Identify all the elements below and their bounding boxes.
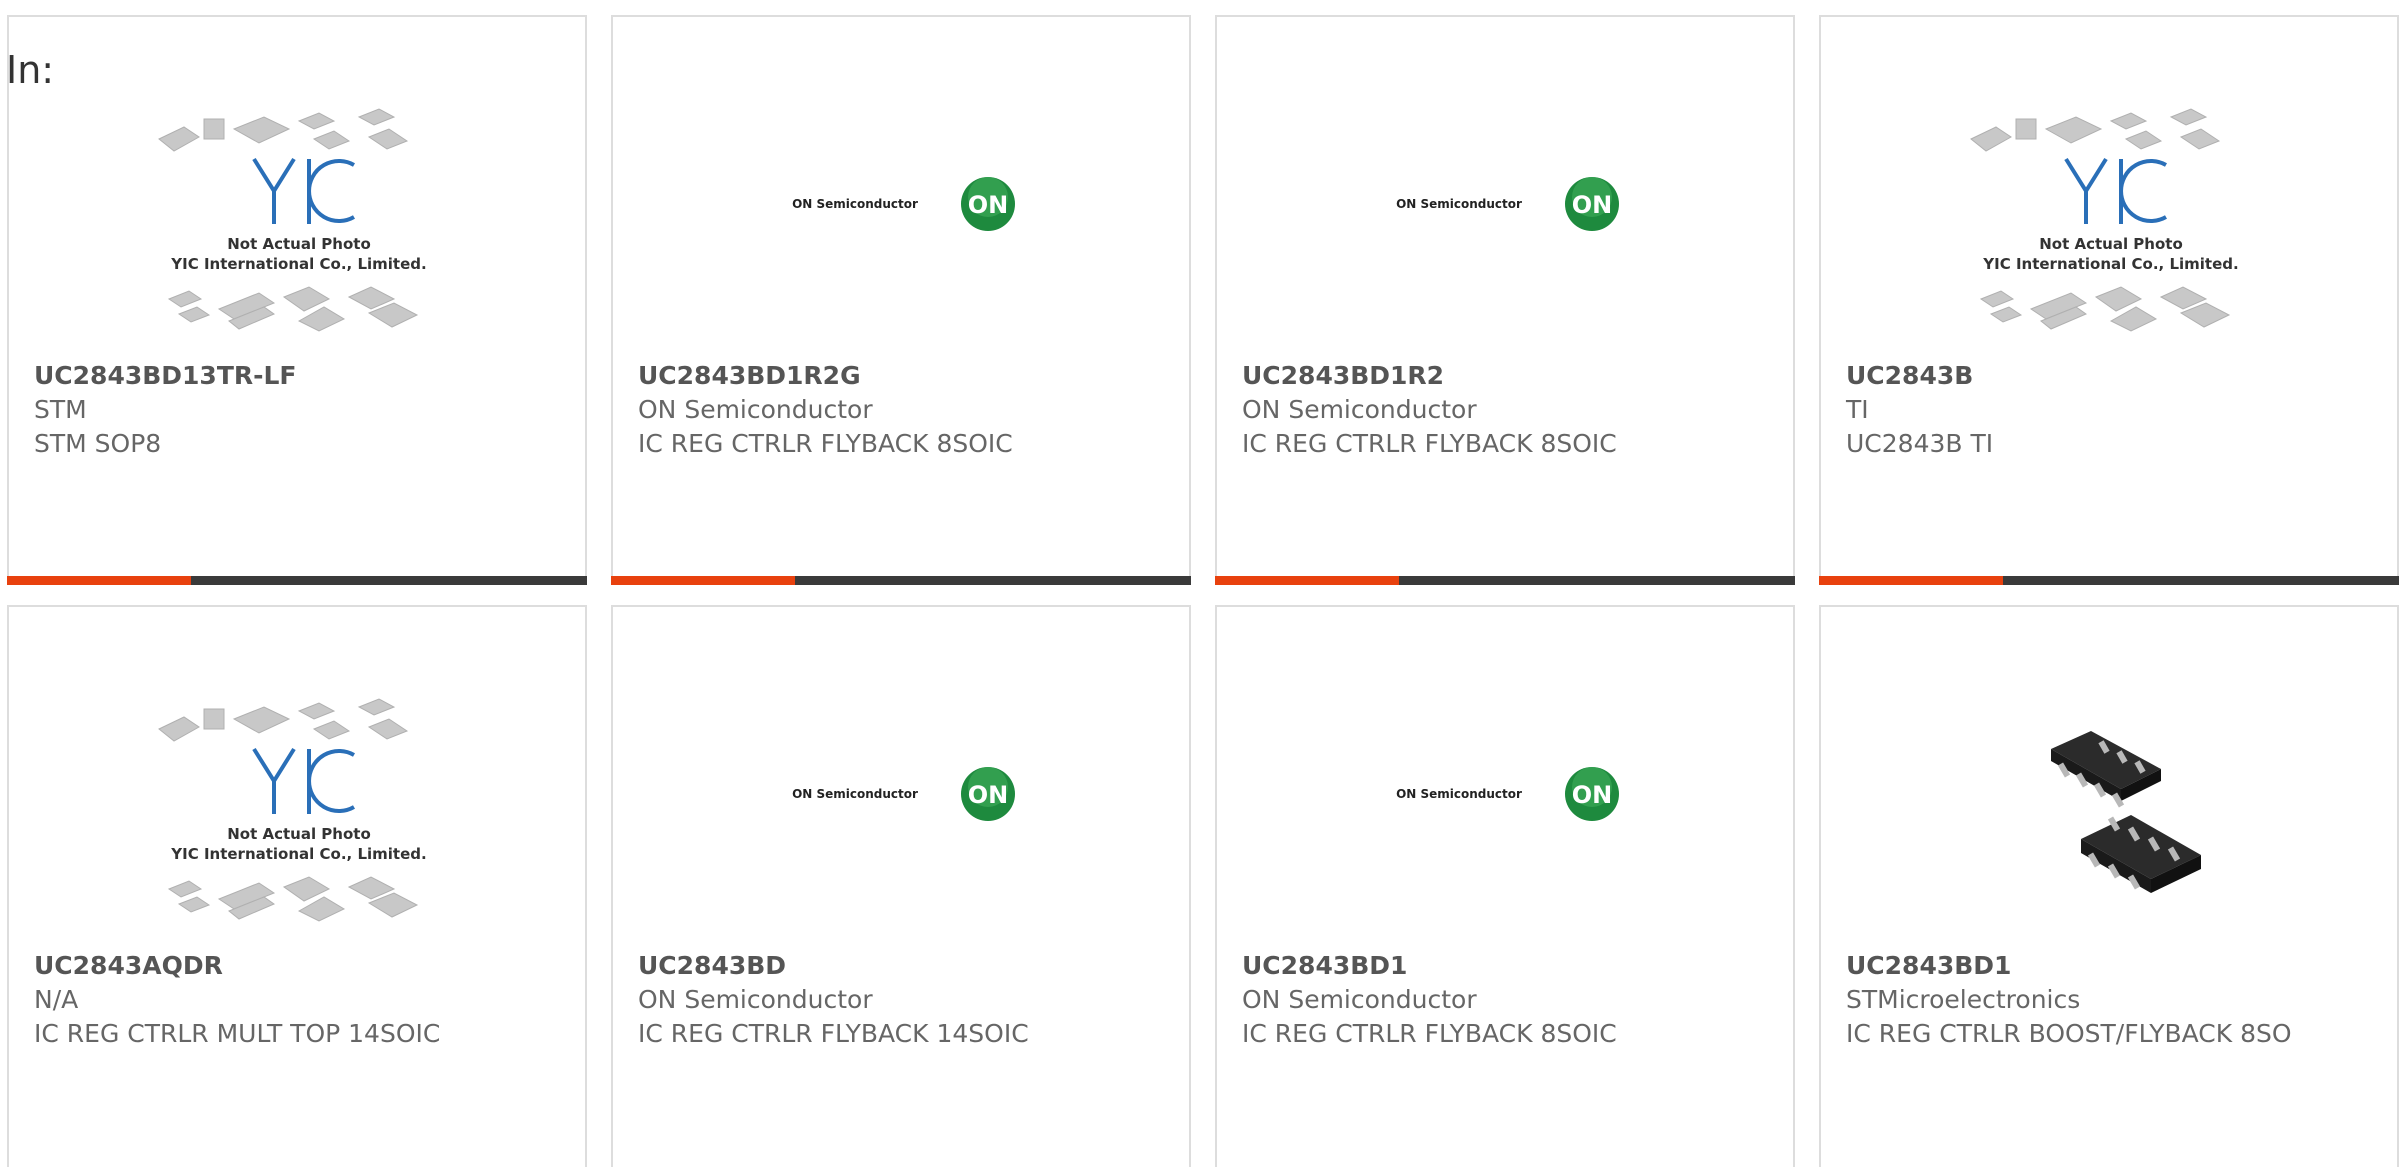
manufacturer: ON Semiconductor — [1242, 395, 1477, 424]
manufacturer: N/A — [34, 985, 79, 1014]
product-card[interactable]: Not Actual Photo YIC International Co., … — [7, 15, 587, 585]
card-bar-accent — [611, 576, 795, 585]
on-semi-logo-text: ON Semiconductor — [1396, 787, 1522, 801]
on-semi-logo-image: ON Semiconductor ON — [1396, 177, 1619, 231]
yic-placeholder-image: Not Actual Photo YIC International Co., … — [158, 698, 427, 922]
page-prefix-label: In: — [6, 48, 55, 92]
card-bar — [611, 576, 1191, 585]
soic-chip-photo — [2051, 731, 2201, 893]
placeholder-company: YIC International Co., Limited. — [170, 845, 426, 863]
on-semi-logo-image: ON Semiconductor ON — [792, 767, 1015, 821]
part-number[interactable]: UC2843BD1R2G — [638, 359, 1148, 393]
description: IC REG CTRLR FLYBACK 14SOIC — [638, 1019, 1029, 1048]
yic-placeholder-image: Not Actual Photo YIC International Co., … — [1970, 108, 2239, 332]
placeholder-caption: Not Actual Photo — [227, 825, 371, 843]
on-semi-logo-image: ON Semiconductor ON — [792, 177, 1015, 231]
part-number[interactable]: UC2843AQDR — [34, 949, 544, 983]
on-semi-logo-text: ON Semiconductor — [792, 787, 918, 801]
description: IC REG CTRLR BOOST/FLYBACK 8SO — [1846, 1019, 2292, 1048]
card-bar — [1215, 576, 1795, 585]
product-card[interactable]: Not Actual Photo YIC International Co., … — [1819, 15, 2399, 585]
on-semi-badge: ON — [1572, 191, 1613, 219]
part-number[interactable]: UC2843BD1 — [1242, 949, 1752, 983]
card-bar — [1819, 576, 2399, 585]
description: IC REG CTRLR MULT TOP 14SOIC — [34, 1019, 441, 1048]
part-number[interactable]: UC2843BD13TR-LF — [34, 359, 544, 393]
description: IC REG CTRLR FLYBACK 8SOIC — [638, 429, 1013, 458]
product-card[interactable]: ON Semiconductor ON UC2843BD ON Semicond… — [611, 605, 1191, 1167]
part-number[interactable]: UC2843B — [1846, 359, 2356, 393]
description: STM SOP8 — [34, 429, 162, 458]
card-bar-accent — [1819, 576, 2003, 585]
on-semi-logo-text: ON Semiconductor — [792, 197, 918, 211]
part-number[interactable]: UC2843BD — [638, 949, 1148, 983]
description: UC2843B TI — [1846, 429, 1994, 458]
description: IC REG CTRLR FLYBACK 8SOIC — [1242, 1019, 1617, 1048]
product-card[interactable]: Not Actual Photo YIC International Co., … — [7, 605, 587, 1167]
product-card[interactable]: UC2843BD1 STMicroelectronics IC REG CTRL… — [1819, 605, 2399, 1167]
card-bar — [7, 576, 587, 585]
placeholder-caption: Not Actual Photo — [2039, 235, 2183, 253]
card-bar-accent — [1215, 576, 1399, 585]
product-grid-page: Not Actual Photo YIC International Co., … — [0, 0, 2400, 1167]
manufacturer: TI — [1846, 395, 1869, 424]
on-semi-badge: ON — [968, 191, 1009, 219]
card-bar-accent — [7, 576, 191, 585]
product-card[interactable]: ON Semiconductor ON UC2843BD1R2G ON Semi… — [611, 15, 1191, 585]
on-semi-badge: ON — [968, 781, 1009, 809]
placeholder-company: YIC International Co., Limited. — [1982, 255, 2238, 273]
part-number[interactable]: UC2843BD1R2 — [1242, 359, 1752, 393]
manufacturer: ON Semiconductor — [638, 985, 873, 1014]
manufacturer: STM — [34, 395, 87, 424]
placeholder-caption: Not Actual Photo — [227, 235, 371, 253]
part-number[interactable]: UC2843BD1 — [1846, 949, 2356, 983]
yic-placeholder-image: Not Actual Photo YIC International Co., … — [158, 108, 427, 332]
placeholder-company: YIC International Co., Limited. — [170, 255, 426, 273]
description: IC REG CTRLR FLYBACK 8SOIC — [1242, 429, 1617, 458]
product-card[interactable]: ON Semiconductor ON UC2843BD1R2 ON Semic… — [1215, 15, 1795, 585]
manufacturer: ON Semiconductor — [638, 395, 873, 424]
on-semi-logo-text: ON Semiconductor — [1396, 197, 1522, 211]
on-semi-badge: ON — [1572, 781, 1613, 809]
product-card[interactable]: ON Semiconductor ON UC2843BD1 ON Semicon… — [1215, 605, 1795, 1167]
on-semi-logo-image: ON Semiconductor ON — [1396, 767, 1619, 821]
manufacturer: STMicroelectronics — [1846, 985, 2081, 1014]
manufacturer: ON Semiconductor — [1242, 985, 1477, 1014]
